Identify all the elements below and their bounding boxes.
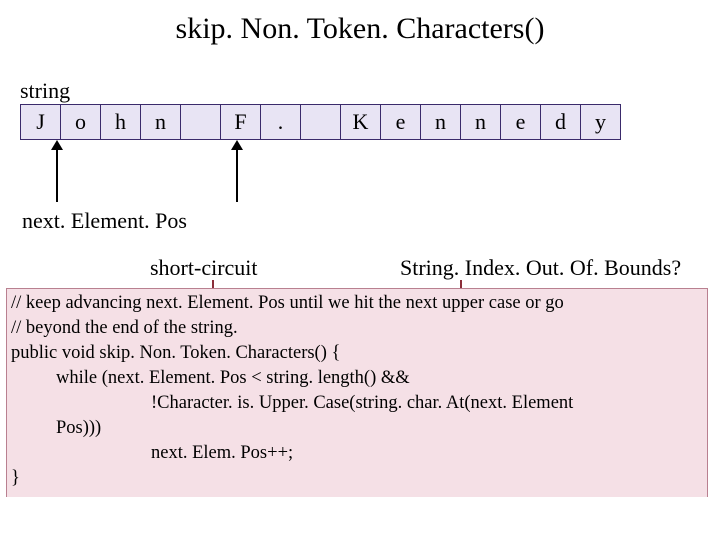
cell: n <box>420 104 461 140</box>
cell: F <box>220 104 261 140</box>
arrow-icon <box>56 142 58 202</box>
cell: . <box>260 104 301 140</box>
slide-title: skip. Non. Token. Characters() <box>0 0 720 56</box>
arrow-icon <box>236 142 238 202</box>
nextpos-label: next. Element. Pos <box>22 208 187 234</box>
short-circuit-label: short-circuit <box>150 255 258 281</box>
code-line: while (next. Element. Pos < string. leng… <box>11 366 703 391</box>
code-line: !Character. is. Upper. Case(string. char… <box>11 391 703 416</box>
code-line: // beyond the end of the string. <box>11 318 238 338</box>
cell: y <box>580 104 621 140</box>
code-line: public void skip. Non. Token. Characters… <box>11 343 340 363</box>
cell: n <box>460 104 501 140</box>
char-array: J o h n F . K e n n e d y <box>20 104 621 140</box>
code-line: next. Elem. Pos++; <box>11 441 703 466</box>
cell: J <box>20 104 61 140</box>
code-line: } <box>11 468 20 488</box>
cell <box>180 104 221 140</box>
code-line: // keep advancing next. Element. Pos unt… <box>11 293 564 313</box>
cell: e <box>500 104 541 140</box>
code-line: Pos))) <box>11 416 703 441</box>
cell: h <box>100 104 141 140</box>
cell: d <box>540 104 581 140</box>
string-index-label: String. Index. Out. Of. Bounds? <box>400 255 681 281</box>
cell: o <box>60 104 101 140</box>
code-box: // keep advancing next. Element. Pos unt… <box>6 288 708 497</box>
cell: K <box>340 104 381 140</box>
cell: n <box>140 104 181 140</box>
cell <box>300 104 341 140</box>
cell: e <box>380 104 421 140</box>
string-label: string <box>20 78 70 104</box>
